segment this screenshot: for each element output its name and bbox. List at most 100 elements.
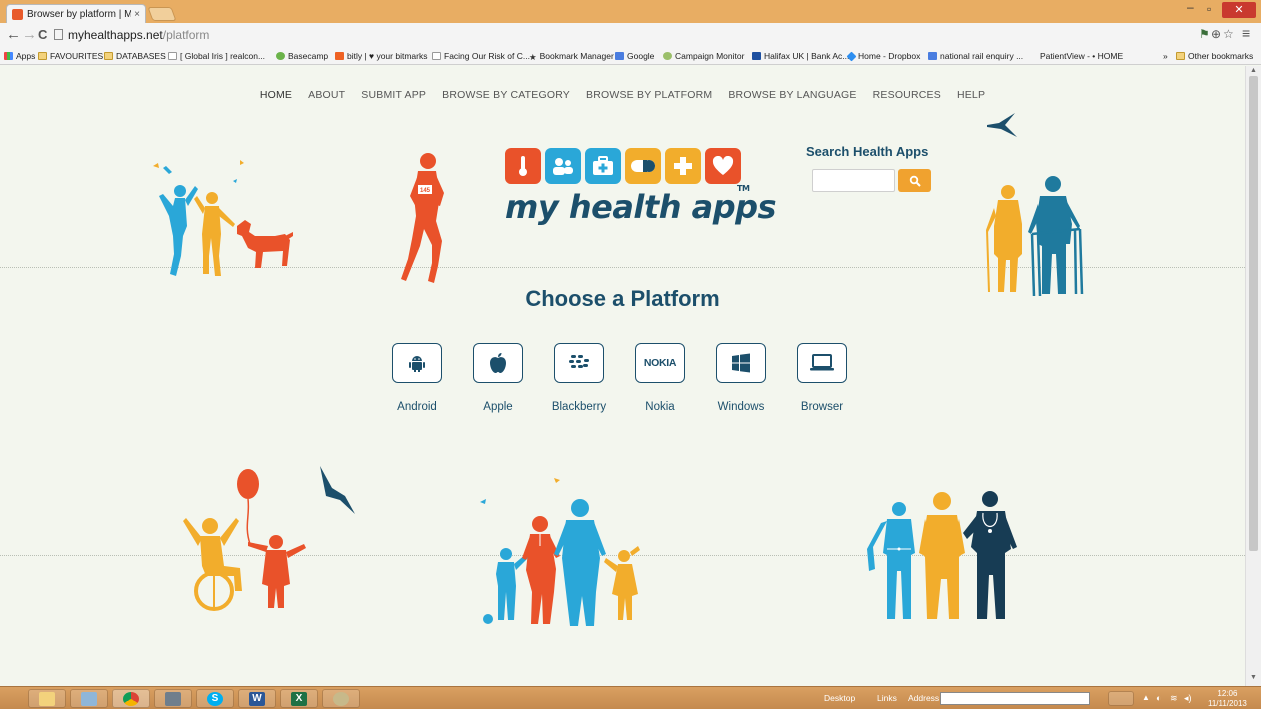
tray-overflow-icon[interactable]: ▲ (1142, 693, 1150, 702)
scroll-down-icon[interactable]: ▼ (1250, 674, 1257, 681)
bookmark-item[interactable]: national rail enquiry ... (928, 51, 1023, 61)
bookmark-item[interactable]: Basecamp (276, 51, 328, 61)
nav-about[interactable]: ABOUT (308, 89, 345, 101)
child-wheelchair-balloon-illustration (183, 466, 355, 611)
taskbar-excel[interactable]: X (280, 689, 318, 708)
taskbar-files[interactable] (70, 689, 108, 708)
bookmark-item[interactable]: ★ Bookmark Manager (529, 51, 614, 62)
taskbar-desktop-toolbar[interactable]: Desktop (824, 693, 855, 703)
taskbar-word[interactable]: W (238, 689, 276, 708)
back-icon[interactable]: ← (6, 26, 21, 43)
new-tab-button[interactable] (147, 7, 177, 21)
scroll-up-icon[interactable]: ▲ (1250, 67, 1257, 74)
tray-wifi-icon[interactable]: ≋ (1170, 693, 1178, 704)
platform-blackberry[interactable]: Blackberry (539, 343, 619, 413)
url-field[interactable]: myhealthapps.net/platform (54, 26, 1204, 44)
folder-icon (104, 52, 113, 60)
scrollbar-thumb[interactable] (1249, 76, 1258, 551)
basecamp-icon (276, 52, 285, 60)
platform-windows[interactable]: Windows (701, 343, 781, 413)
nav-resources[interactable]: RESOURCES (873, 89, 941, 101)
apps-grid-icon (4, 52, 13, 60)
site-logo[interactable]: my health apps TM (505, 148, 777, 226)
platform-label: Blackberry (551, 401, 607, 413)
nav-home[interactable]: HOME (260, 89, 292, 101)
bookmark-item[interactable]: Google (615, 51, 654, 61)
taskbar-calculator[interactable] (154, 689, 192, 708)
logo-wordmark: my health apps TM (505, 184, 777, 226)
bookmarks-overflow[interactable]: » (1163, 51, 1168, 61)
files-icon (81, 691, 97, 706)
heart-icon (705, 148, 741, 184)
bookmark-item[interactable]: PatientView - • HOME (1040, 51, 1123, 61)
google-icon (928, 52, 937, 60)
taskbar: S W X Desktop Links Address ▲ ◐ ≋ ◂) 12:… (0, 686, 1261, 709)
bookmark-item[interactable]: Apps (4, 51, 35, 61)
search-title: Search Health Apps (806, 144, 929, 159)
platform-apple[interactable]: Apple (458, 343, 538, 413)
platform-android[interactable]: Android (377, 343, 457, 413)
bookmark-item[interactable]: bitly | ♥ your bitmarks (335, 51, 427, 61)
bookmark-star-icon[interactable]: ☆ (1223, 27, 1234, 41)
reload-icon[interactable]: C (38, 27, 47, 42)
favicon-icon (12, 8, 23, 20)
minimize-icon[interactable]: – (1187, 0, 1194, 14)
taskbar-chrome[interactable] (112, 689, 150, 708)
bookmark-item[interactable]: DATABASES (104, 51, 166, 61)
android-icon (392, 343, 442, 383)
keyboard-icon[interactable] (1108, 691, 1134, 706)
bookmark-item[interactable]: [ Global Iris ] realcon... (168, 51, 265, 61)
bitly-icon (335, 52, 344, 60)
tray-volume-icon[interactable]: ◂) (1184, 693, 1192, 704)
bookmark-item[interactable]: Home - Dropbox (846, 51, 920, 61)
bookmark-item[interactable]: Campaign Monitor (663, 51, 744, 61)
cross-icon (665, 148, 701, 184)
page-content: HOME ABOUT SUBMIT APP BROWSE BY CATEGORY… (0, 66, 1245, 686)
folder-icon (38, 52, 47, 60)
taskbar-address-input[interactable] (940, 692, 1090, 705)
platform-label: Android (397, 401, 437, 413)
system-clock[interactable]: 12:06 11/11/2013 (1208, 689, 1247, 709)
nav-submit-app[interactable]: SUBMIT APP (361, 89, 426, 101)
runner-bib-number: 145 (420, 188, 431, 194)
taskbar-explorer[interactable] (28, 689, 66, 708)
bookmark-item[interactable]: Halifax UK | Bank Ac... (752, 51, 849, 61)
logo-tiles (505, 148, 776, 184)
menu-icon[interactable]: ≡ (1242, 25, 1250, 41)
platform-label: Windows (717, 401, 765, 413)
medical-kit-icon (585, 148, 621, 184)
maximize-icon[interactable]: ▫ (1207, 2, 1211, 16)
search-button[interactable] (898, 169, 931, 192)
taskbar-skype[interactable]: S (196, 689, 234, 708)
platform-label: Apple (483, 401, 513, 413)
zoom-icon[interactable]: ⊕ (1211, 27, 1221, 41)
forward-icon[interactable]: → (22, 26, 37, 43)
taskbar-links-toolbar[interactable]: Links (877, 693, 897, 703)
nav-browse-by-language[interactable]: BROWSE BY LANGUAGE (728, 89, 856, 101)
url-path: /platform (162, 28, 210, 42)
close-window-icon[interactable]: ✕ (1222, 2, 1256, 18)
apple-icon (473, 343, 523, 383)
nav-help[interactable]: HELP (957, 89, 985, 101)
tray-network-icon[interactable]: ◐ (1156, 693, 1161, 703)
platform-browser[interactable]: Browser (782, 343, 862, 413)
google-icon (615, 52, 624, 60)
vertical-scrollbar[interactable]: ▲ ▼ (1245, 66, 1261, 686)
bookmark-item[interactable]: Other bookmarks (1176, 51, 1253, 61)
doctor-and-patients-illustration (867, 491, 1017, 619)
taskbar-address-label: Address (908, 693, 940, 703)
nav-browse-by-category[interactable]: BROWSE BY CATEGORY (442, 89, 570, 101)
taskbar-paint[interactable] (322, 689, 360, 708)
nav-browse-by-platform[interactable]: BROWSE BY PLATFORM (586, 89, 712, 101)
platform-nokia[interactable]: NOKIA Nokia (620, 343, 700, 413)
tab-close-icon[interactable]: × (134, 9, 140, 20)
clock-date: 11/11/2013 (1208, 699, 1247, 708)
excel-icon: X (291, 691, 307, 706)
bookmark-item[interactable]: Facing Our Risk of C... (432, 51, 530, 61)
address-bar-row: ← → C myhealthapps.net/platform ⚑ ⊕ ☆ ≡ (0, 23, 1261, 47)
bookmark-item[interactable]: FAVOURITES (38, 51, 103, 61)
paint-icon (333, 691, 349, 706)
browser-tab[interactable]: Browser by platform | My h × (6, 4, 146, 23)
extension-flag-icon[interactable]: ⚑ (1199, 27, 1210, 41)
search-input[interactable] (812, 169, 895, 192)
